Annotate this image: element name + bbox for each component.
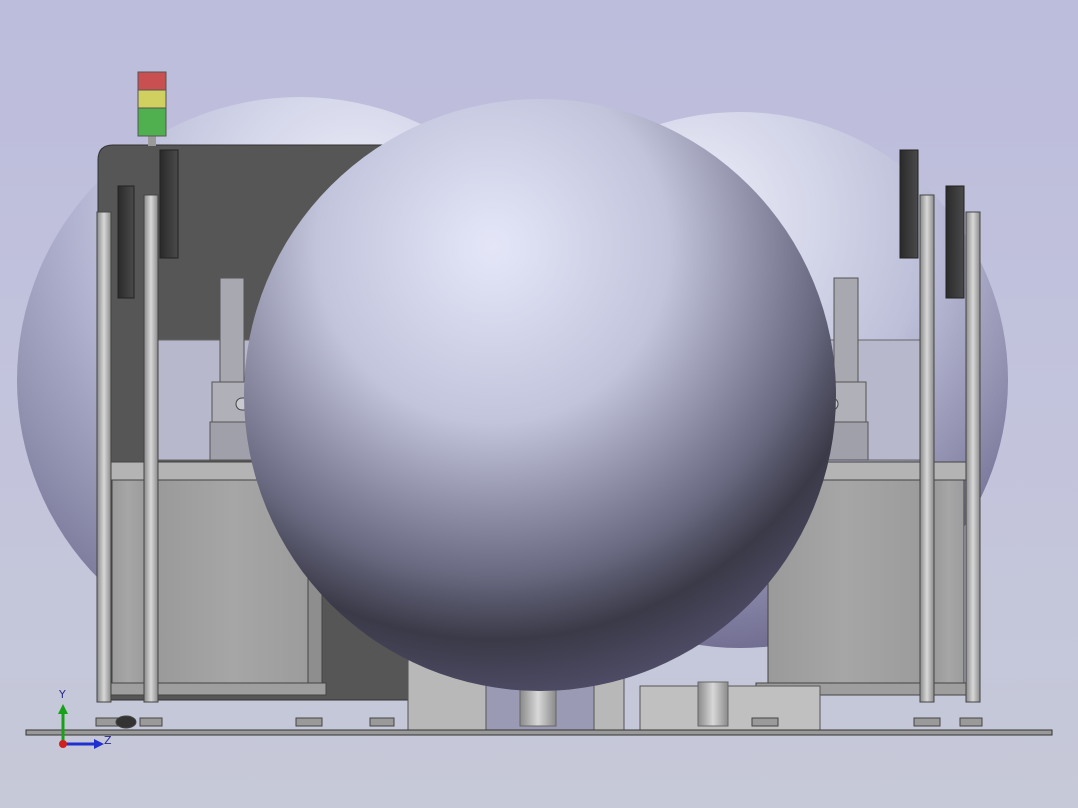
right-monitor-front xyxy=(899,149,919,259)
right-column xyxy=(697,681,729,727)
triad-y-label: Y xyxy=(59,688,66,701)
stack-light-yellow xyxy=(137,89,167,109)
right-monitor-back xyxy=(945,185,965,299)
left-monitor-back xyxy=(117,185,135,299)
front-center-sphere xyxy=(244,99,836,691)
floor-plate xyxy=(25,729,1053,736)
left-monitor-front xyxy=(159,149,179,259)
stack-light-green xyxy=(137,107,167,137)
triad-z-label: Z xyxy=(104,734,112,747)
stack-light-red xyxy=(137,71,167,91)
machine-assembly-view xyxy=(17,71,1053,749)
stack-light xyxy=(137,71,167,146)
cad-viewport[interactable]: Y Z xyxy=(0,0,1078,808)
right-base-block xyxy=(639,685,821,731)
